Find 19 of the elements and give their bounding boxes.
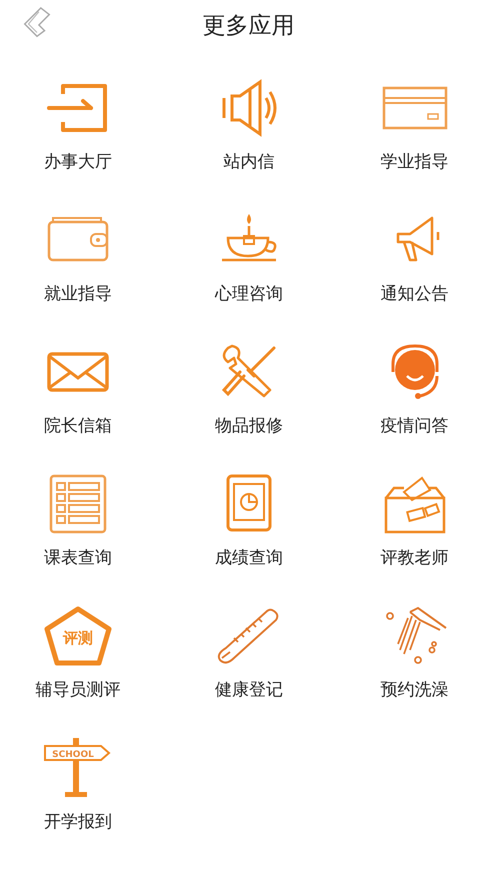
app-label[interactable]: 预约洗澡 (380, 678, 448, 701)
app-label[interactable]: 通知公告 (380, 282, 448, 305)
app-label[interactable]: 成绩查询 (215, 546, 283, 569)
badge-text: 评测 (63, 629, 93, 647)
app-label[interactable]: 心理咨询 (215, 282, 283, 305)
app-label[interactable]: 学业指导 (380, 150, 448, 173)
app-label[interactable]: 就业指导 (44, 282, 112, 305)
app-label[interactable]: 评教老师 (380, 546, 448, 569)
app-label[interactable]: 办事大厅 (44, 150, 112, 173)
app-label[interactable]: 院长信箱 (44, 414, 112, 437)
app-label[interactable]: 辅导员测评 (36, 678, 120, 701)
app-label[interactable]: 站内信 (224, 150, 274, 173)
sign-text: SCHOOL (52, 750, 94, 760)
app-label[interactable]: 开学报到 (44, 810, 112, 833)
app-label[interactable]: 物品报修 (215, 414, 283, 437)
app-label[interactable]: 健康登记 (215, 678, 283, 701)
page-title: 更多应用 (202, 12, 294, 40)
app-label[interactable]: 课表查询 (44, 546, 112, 569)
app-label[interactable]: 疫情问答 (380, 414, 448, 437)
